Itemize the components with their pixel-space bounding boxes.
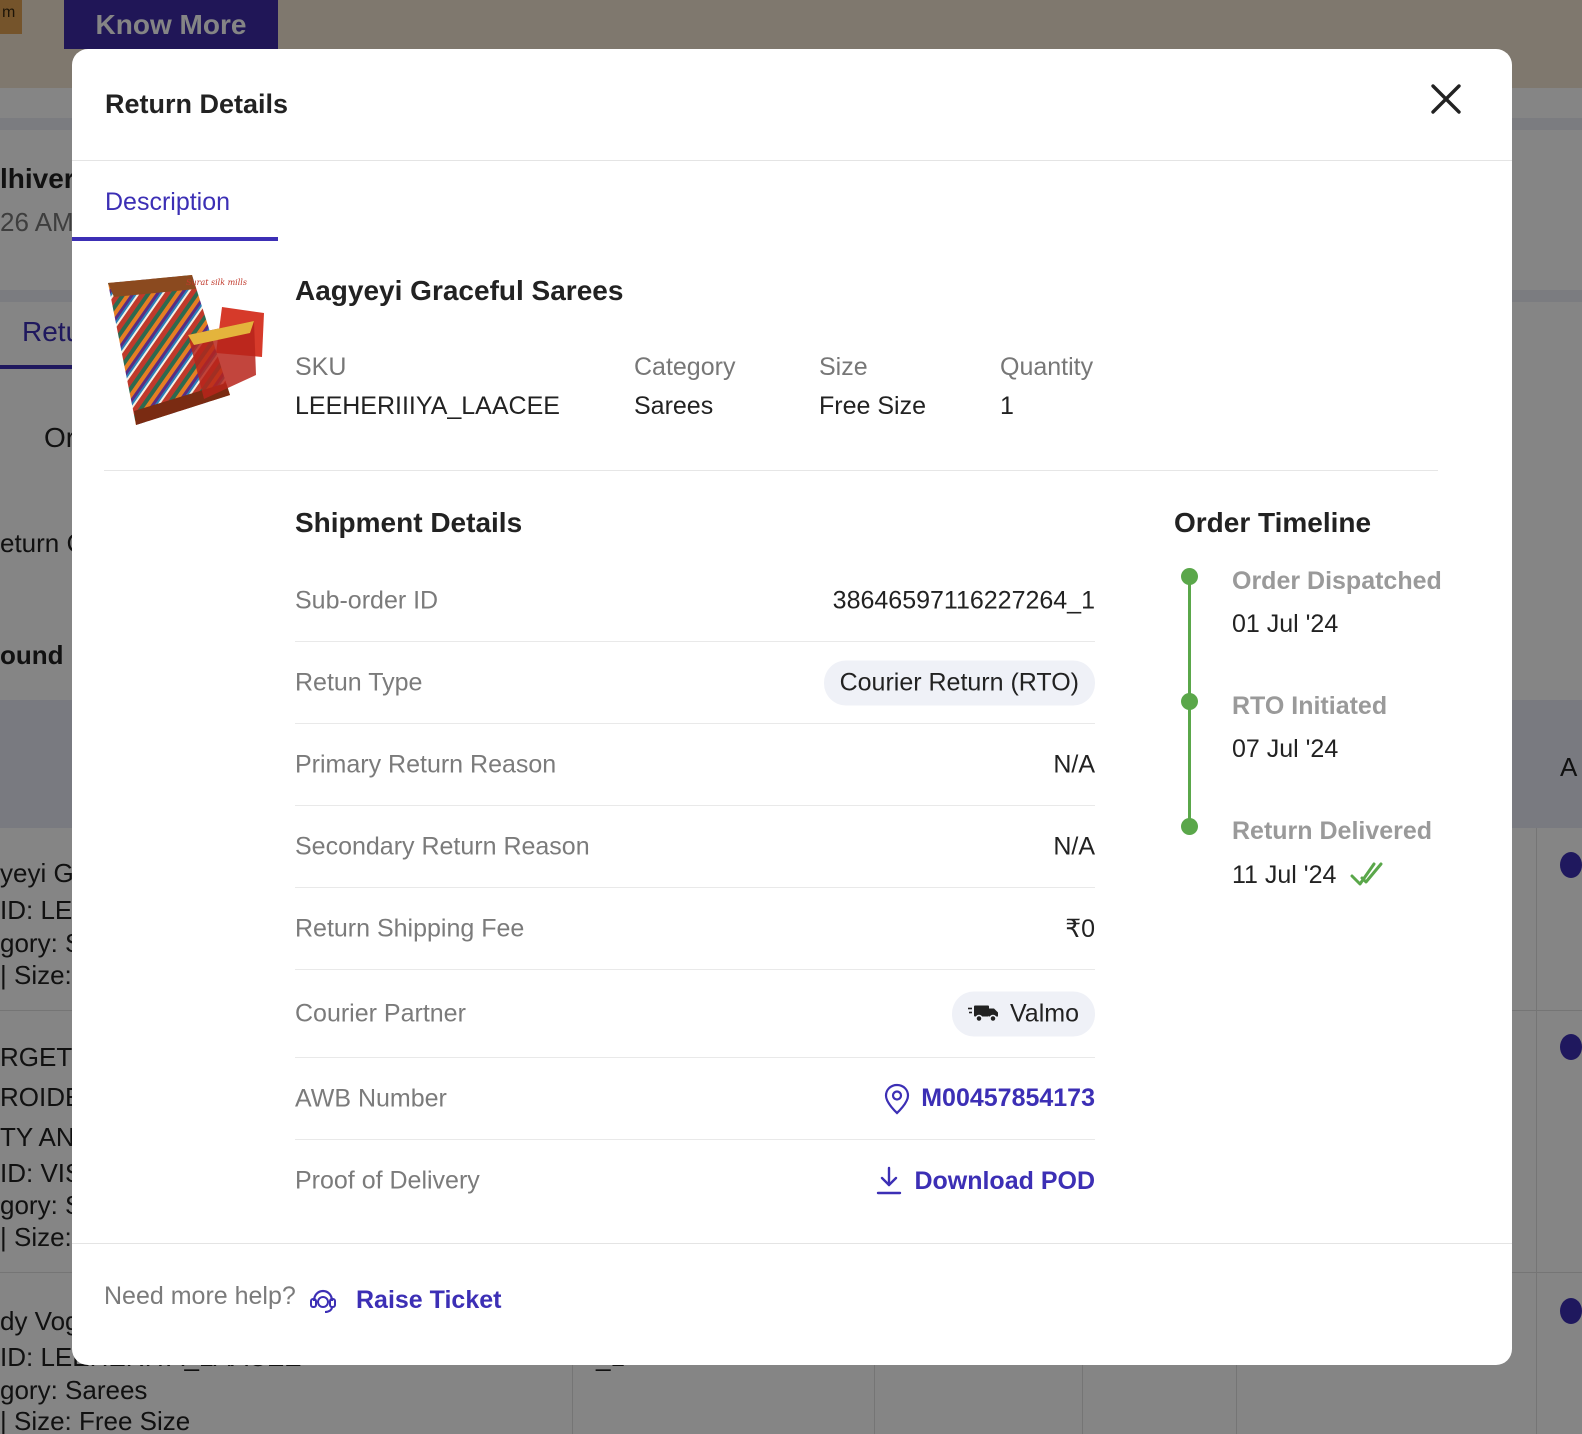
raise-ticket-link[interactable]: Raise Ticket [356,1286,501,1315]
truck-icon [967,1005,998,1023]
return-details-modal: Return Details Description Surat silk mi… [72,49,1512,1365]
timeline-event-date: 01 Jul '24 [1232,610,1338,639]
shipment-row-shipping-fee: Return Shipping Fee ₹0 [295,888,1095,970]
timeline-event-date: 11 Jul '24 [1232,860,1384,890]
shipment-row-suborder-id: Sub-order ID 38646597116227264_1 [295,560,1095,642]
download-pod-label: Download POD [914,1166,1095,1195]
awb-track-link[interactable]: M00457854173 [883,1083,1095,1115]
shipment-row-awb: AWB Number M00457854173 [295,1058,1095,1140]
shipment-row-secondary-reason: Secondary Return Reason N/A [295,806,1095,888]
support-agent-icon [310,1289,336,1313]
shipment-row-pod: Proof of Delivery Download POD [295,1140,1095,1222]
modal-title: Return Details [105,89,289,119]
size-label: Size [819,353,868,381]
courier-partner-label: Courier Partner [295,999,466,1027]
order-timeline-title: Order Timeline [1174,507,1372,538]
sku-label: SKU [295,353,347,381]
sku-value: LEEHERIIIYA_LAACEE [295,392,560,420]
suborder-id-label: Sub-order ID [295,586,439,614]
awb-number: M00457854173 [921,1084,1095,1112]
timeline-dot [1181,693,1198,710]
tab-description-label: Description [105,188,231,216]
secondary-reason-value: N/A [1053,832,1095,860]
timeline-date-text: 07 Jul '24 [1232,735,1339,763]
product-image-caption: Surat silk mills [186,278,247,287]
close-button[interactable] [1424,77,1468,121]
tab-active-indicator [72,237,278,241]
return-type-badge: Courier Return (RTO) [823,660,1095,705]
help-question: Need more help? [104,1282,296,1310]
modal-header: Return Details [72,49,1512,161]
pod-label: Proof of Delivery [295,1166,480,1195]
timeline-event-label: Return Delivered [1232,817,1433,845]
timeline-date-text: 01 Jul '24 [1232,610,1339,638]
tab-description[interactable]: Description [72,161,278,241]
timeline-date-text: 11 Jul '24 [1232,860,1337,889]
quantity-value: 1 [1000,392,1014,420]
shipment-row-courier-partner: Courier Partner Valmo [295,970,1095,1058]
timeline-dot [1181,818,1198,835]
secondary-reason-label: Secondary Return Reason [295,832,590,860]
shipment-row-return-type: Retun Type Courier Return (RTO) [295,642,1095,724]
primary-reason-value: N/A [1053,750,1095,778]
suborder-id-value: 38646597116227264_1 [832,586,1095,614]
product-image: Surat silk mills [104,275,264,427]
download-pod-button[interactable]: Download POD [874,1165,1095,1197]
shipping-fee-label: Return Shipping Fee [295,914,525,942]
category-label: Category [634,353,736,381]
category-value: Sarees [634,392,714,420]
return-type-label: Retun Type [295,668,423,696]
size-value: Free Size [819,392,926,420]
timeline-event-label: Order Dispatched [1232,567,1442,595]
shipment-details-title: Shipment Details [295,507,523,538]
divider [104,470,1438,471]
shipping-fee-value: ₹0 [1065,914,1095,943]
timeline-event-date: 07 Jul '24 [1232,735,1338,764]
close-icon [1431,84,1461,114]
product-name: Aagyeyi Graceful Sarees [295,275,624,306]
quantity-label: Quantity [1000,353,1094,381]
courier-partner-badge: Valmo [951,991,1095,1036]
double-check-icon [1350,862,1383,886]
timeline-event-label: RTO Initiated [1232,692,1388,720]
timeline-dot [1181,568,1198,585]
download-icon [877,1166,902,1195]
shipment-row-primary-reason: Primary Return Reason N/A [295,724,1095,806]
courier-partner-value: Valmo [1009,999,1079,1027]
location-pin-icon [885,1083,910,1114]
modal-footer: Need more help? Raise Ticket [72,1243,1512,1365]
awb-label: AWB Number [295,1084,447,1112]
primary-reason-label: Primary Return Reason [295,750,557,778]
